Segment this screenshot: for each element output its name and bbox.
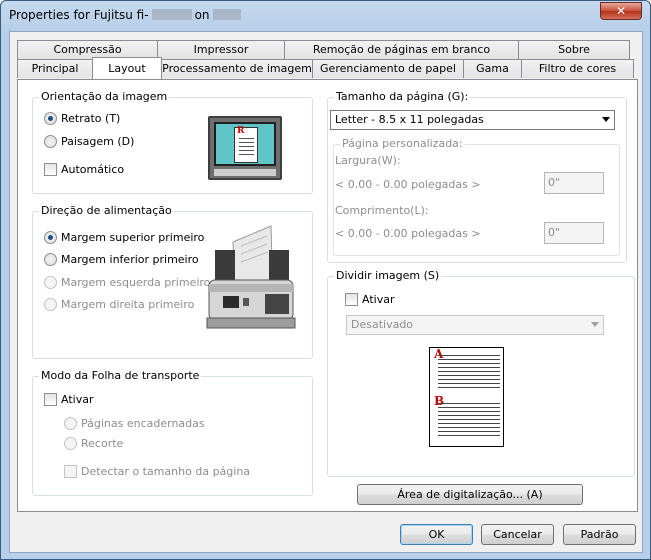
split-preview-icon: A B (429, 347, 504, 447)
cut-radio (64, 437, 77, 450)
tab-gama[interactable]: Gama (463, 59, 522, 78)
split-enable-option[interactable]: Ativar (345, 293, 394, 306)
feed-top-label: Margem superior primeiro (61, 231, 205, 244)
default-button[interactable]: Padrão (563, 524, 636, 545)
split-enable-checkbox[interactable] (345, 293, 358, 306)
split-mode-select: Desativado (346, 315, 604, 335)
orientation-group: Orientação da imagem Retrato (T) Paisage… (32, 90, 313, 194)
feed-bottom-label: Margem inferior primeiro (61, 253, 199, 266)
tab-gerenciamento-papel[interactable]: Gerenciamento de papel (312, 59, 464, 78)
feed-bottom-radio[interactable] (44, 253, 57, 266)
feed-title: Direção de alimentação (39, 204, 174, 217)
tab-row-bottom: Principal Layout Processamento de imagem… (17, 57, 634, 79)
redacted-host (212, 9, 241, 20)
feed-direction-group: Direção de alimentação Margem superior p… (32, 204, 313, 359)
tab-filtro-cores[interactable]: Filtro de cores (521, 59, 634, 78)
split-label-b: B (434, 394, 445, 408)
feed-top-radio[interactable] (44, 231, 57, 244)
split-image-group: Dividir imagem (S) Ativar Desativado A B (327, 269, 635, 477)
tab-processamento-imagem[interactable]: Processamento de imagem (161, 59, 313, 78)
landscape-radio[interactable] (44, 135, 57, 148)
feed-left-label: Margem esquerda primeiro (61, 276, 211, 289)
carrier-enable-label: Ativar (61, 393, 94, 406)
page-size-title: Tamanho da página (G): (334, 90, 471, 103)
length-input: 0" (544, 222, 604, 244)
tab-remocao-paginas[interactable]: Remoção de páginas em branco (284, 40, 519, 59)
width-label: Largura(W): (335, 154, 401, 167)
custom-page-title: Página personalizada: (340, 137, 465, 150)
carrier-title: Modo da Folha de transporte (39, 369, 202, 382)
feed-right-label: Margem direita primeiro (61, 298, 195, 311)
cancel-button[interactable]: Cancelar (481, 524, 554, 545)
scan-area-button[interactable]: Área de digitalização... (A) (357, 484, 583, 505)
feed-left-option: Margem esquerda primeiro (44, 276, 210, 289)
length-range: < 0.00 - 0.00 polegadas > (335, 227, 481, 240)
width-range: < 0.00 - 0.00 polegadas > (335, 178, 481, 191)
detect-size-label: Detectar o tamanho da página (81, 465, 251, 478)
bound-pages-label: Páginas encadernadas (81, 417, 205, 430)
properties-window: Properties for Fujitsu fi-on ✕ Compressã… (0, 0, 651, 560)
monitor-preview-icon: R (208, 116, 282, 180)
page-size-value: Letter - 8.5 x 11 polegadas (335, 113, 484, 126)
ok-button[interactable]: OK (400, 524, 473, 545)
split-dropdown-arrow-icon (591, 322, 599, 327)
split-mode-value: Desativado (351, 318, 414, 331)
custom-page-group: Página personalizada: Largura(W): < 0.00… (333, 137, 620, 256)
feed-top-option[interactable]: Margem superior primeiro (44, 231, 204, 244)
tab-layout[interactable]: Layout (92, 57, 162, 79)
orientation-title: Orientação da imagem (39, 90, 170, 103)
title-bar[interactable]: Properties for Fujitsu fi-on ✕ (1, 1, 650, 31)
window-title: Properties for Fujitsu fi-on (9, 8, 244, 22)
automatic-checkbox[interactable] (44, 163, 57, 176)
feed-bottom-option[interactable]: Margem inferior primeiro (44, 253, 199, 266)
portrait-option[interactable]: Retrato (T) (44, 112, 120, 125)
bound-pages-option: Páginas encadernadas (64, 417, 205, 430)
length-label: Comprimento(L): (335, 204, 429, 217)
carrier-sheet-group: Modo da Folha de transporte Ativar Págin… (32, 369, 313, 496)
landscape-option[interactable]: Paisagem (D) (44, 135, 134, 148)
page-size-select[interactable]: Letter - 8.5 x 11 polegadas (330, 110, 615, 130)
dialog-client: Compressão Impressor Remoção de páginas … (9, 31, 643, 553)
close-button[interactable]: ✕ (600, 2, 642, 20)
carrier-enable-checkbox[interactable] (44, 393, 57, 406)
landscape-label: Paisagem (D) (61, 135, 135, 148)
tab-principal[interactable]: Principal (17, 59, 93, 78)
bound-pages-radio (64, 417, 77, 430)
title-prefix: Properties for Fujitsu fi- (9, 8, 149, 22)
width-input: 0" (544, 172, 604, 194)
feed-left-radio (44, 276, 57, 289)
automatic-option[interactable]: Automático (44, 163, 124, 176)
page-size-group: Tamanho da página (G): Letter - 8.5 x 11… (327, 90, 627, 263)
split-title: Dividir imagem (S) (334, 269, 442, 282)
close-icon: ✕ (615, 4, 627, 18)
dropdown-arrow-icon (602, 117, 610, 122)
feed-right-radio (44, 298, 57, 311)
preview-letter: R (237, 126, 245, 136)
cut-option: Recorte (64, 437, 123, 450)
tab-sobre[interactable]: Sobre (518, 40, 630, 59)
feed-right-option: Margem direita primeiro (44, 298, 194, 311)
split-enable-label: Ativar (362, 293, 395, 306)
tab-impressor[interactable]: Impressor (157, 40, 285, 59)
redacted-model (151, 9, 192, 20)
title-on: on (194, 8, 210, 22)
portrait-label: Retrato (T) (61, 112, 121, 125)
automatic-label: Automático (61, 163, 125, 176)
detect-size-option: Detectar o tamanho da página (64, 465, 250, 478)
layout-tab-panel: Orientação da imagem Retrato (T) Paisage… (17, 79, 638, 512)
carrier-enable-option[interactable]: Ativar (44, 393, 93, 406)
detect-size-checkbox (64, 465, 77, 478)
portrait-radio[interactable] (44, 112, 57, 125)
scanner-icon (206, 225, 296, 329)
cut-label: Recorte (81, 437, 124, 450)
